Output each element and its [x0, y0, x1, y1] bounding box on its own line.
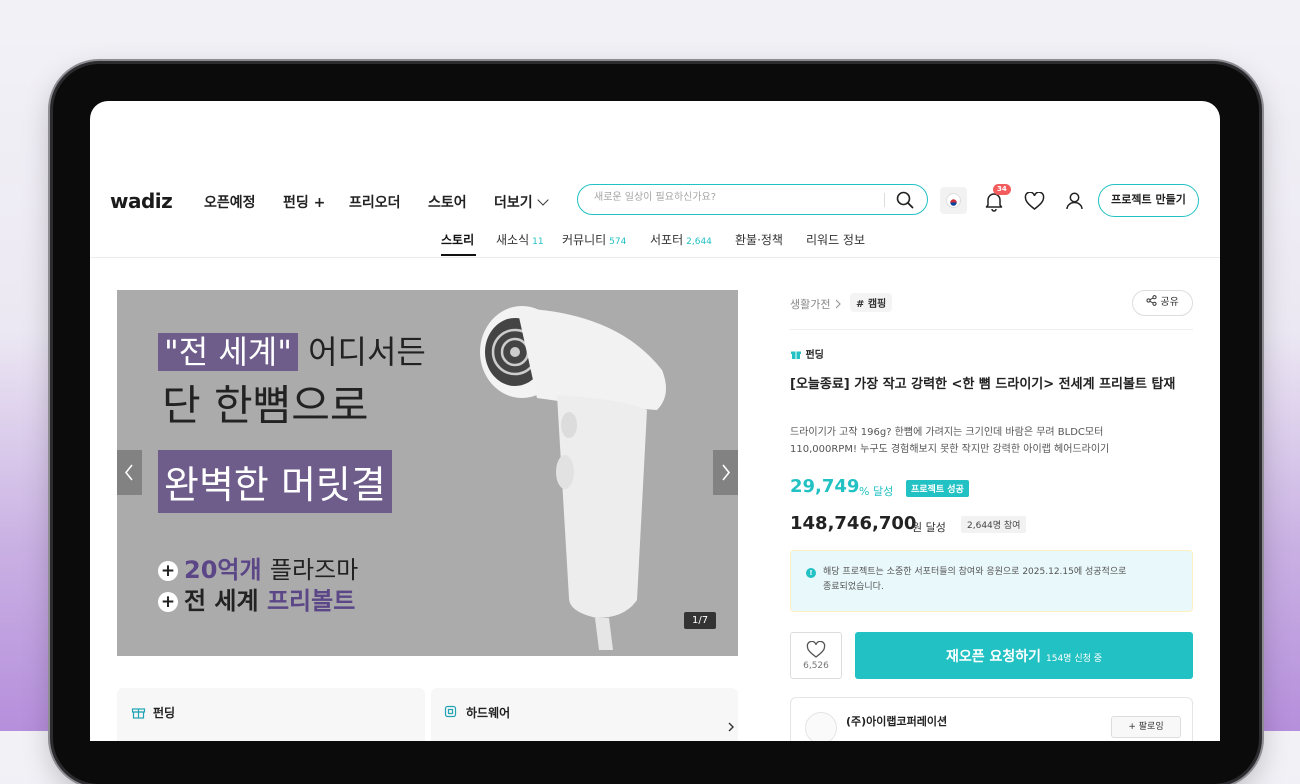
funded-amount-unit: 원 달성 [912, 521, 946, 534]
achievement-percent: 29,749 [790, 476, 860, 497]
hero-headline-2: 단 한뼘으로 [162, 381, 369, 430]
reopen-request-label: 재오픈 요청하기 [945, 649, 1041, 665]
tab-supporters-label: 서포터 [650, 233, 684, 247]
reopen-request-count: 154명 신청 중 [1046, 654, 1103, 664]
chevron-right-icon [722, 464, 731, 481]
gift-icon [791, 351, 801, 359]
project-title: [오늘종료] 가장 작고 강력한 <한 뼘 드라이기> 전세계 프리볼트 탑재 [790, 377, 1176, 392]
chevron-down-icon [536, 194, 549, 206]
hero-feature-freevolt-highlight: 프리볼트 [266, 587, 356, 615]
plus-icon: + [158, 561, 178, 581]
like-count: 6,526 [803, 661, 829, 671]
language-flag-icon[interactable] [940, 187, 967, 214]
info-icon: ! [806, 568, 816, 578]
nav-store[interactable]: 스토어 [428, 192, 467, 212]
tab-story[interactable]: 스토리 [441, 231, 474, 248]
hero-feature-plasma: +20억개 플라즈마 [158, 550, 358, 585]
share-label: 공유 [1160, 297, 1179, 308]
hero-highlight-worldwide: "전 세계" [158, 333, 298, 371]
project-description-line-1: 드라이기가 고작 196g? 한뼘에 가려지는 크기인데 바람은 무려 BLDC… [790, 427, 1104, 438]
tab-reward-info[interactable]: 리워드 정보 [806, 231, 865, 248]
search-bar [577, 184, 928, 215]
tab-news-count: 11 [532, 237, 544, 247]
product-image-carousel[interactable]: "전 세계" 어디서든 단 한뼘으로 완벽한 머릿결 +20억개 플라즈마 + 전… [117, 290, 738, 656]
hero-feature-freevolt: + 전 세계 프리볼트 [158, 581, 355, 616]
category-card-funding-label: 펀딩 [153, 706, 176, 720]
maker-name[interactable]: (주)아이랩코퍼레이션 [846, 713, 947, 729]
hero-headline-1: "전 세계" 어디서든 [158, 327, 426, 373]
heart-icon [806, 641, 826, 658]
search-input[interactable] [592, 191, 886, 204]
make-project-button[interactable]: 프로젝트 만들기 [1098, 184, 1199, 217]
tab-community-label: 커뮤니티 [562, 233, 607, 247]
plus-icon: + [158, 592, 178, 612]
hero-headline-1-rest: 어디서든 [308, 333, 426, 371]
chevron-right-icon[interactable] [725, 721, 737, 733]
tab-news[interactable]: 새소식 11 [496, 231, 544, 248]
project-ended-notice: ! 해당 프로젝트는 소중한 서포터들의 참여와 응원으로 2025.12.15… [790, 550, 1193, 612]
achievement-percent-unit: % 달성 [859, 485, 894, 498]
hero-feature-freevolt-rest: 전 세계 [184, 587, 259, 615]
maker-card: (주)아이랩코퍼레이션 + 팔로잉 [790, 697, 1193, 741]
carousel-counter: 1/7 [684, 612, 717, 629]
tab-supporters-count: 2,644 [686, 237, 712, 247]
maker-avatar[interactable] [805, 712, 837, 741]
notice-line-1: 해당 프로젝트는 소중한 서포터들의 참여와 응원으로 2025.12.15에 … [823, 567, 1127, 577]
chevron-left-icon [124, 464, 133, 481]
nav-open-soon[interactable]: 오픈예정 [204, 192, 256, 212]
follow-button[interactable]: + 팔로잉 [1111, 716, 1181, 738]
carousel-next-button[interactable] [713, 450, 738, 495]
notification-badge: 34 [993, 184, 1011, 195]
tag-camping[interactable]: # 캠핑 [850, 293, 893, 312]
nav-more-label: 더보기 [494, 195, 533, 211]
heart-icon[interactable] [1024, 192, 1045, 211]
project-description: 드라이기가 고작 196g? 한뼘에 가려지는 크기인데 바람은 무려 BLDC… [790, 424, 1190, 458]
user-icon[interactable] [1065, 191, 1084, 211]
notice-text: 해당 프로젝트는 소중한 서포터들의 참여와 응원으로 2025.12.15에 … [823, 565, 1163, 595]
status-badge: 프로젝트 성공 [906, 480, 969, 497]
hair-dryer-image [480, 306, 666, 650]
gift-icon [131, 708, 146, 719]
browser-screen: wadiz 오픈예정 펀딩 + 프리오더 스토어 더보기 34 프로젝트 만들기 [90, 101, 1220, 741]
project-type-label: 펀딩 [790, 346, 824, 361]
carousel-prev-button[interactable] [117, 450, 142, 495]
participants-count: 2,644명 참여 [961, 516, 1027, 533]
search-divider [884, 193, 885, 207]
category-card-funding[interactable]: 펀딩 [117, 688, 425, 741]
nav-preorder[interactable]: 프리오더 [349, 192, 401, 212]
like-button[interactable]: 6,526 [790, 632, 842, 679]
share-button[interactable]: 공유 [1132, 290, 1193, 316]
funded-amount: 148,746,700 [790, 513, 917, 534]
project-type-text: 펀딩 [805, 350, 824, 361]
search-icon[interactable] [896, 191, 914, 209]
right-divider [790, 329, 1193, 330]
chevron-right-icon [835, 299, 841, 309]
tab-news-label: 새소식 [496, 233, 530, 247]
hero-feature-plasma-highlight: 20억개 [184, 556, 262, 584]
hero-headline-3: 완벽한 머릿결 [158, 450, 392, 513]
reopen-request-button[interactable]: 재오픈 요청하기 154명 신청 중 [855, 632, 1193, 679]
category-breadcrumb-label: 생활가전 [790, 298, 831, 311]
tab-supporters[interactable]: 서포터 2,644 [650, 231, 712, 248]
active-tab-indicator [441, 254, 476, 256]
nav-more[interactable]: 더보기 [494, 192, 549, 212]
wadiz-logo[interactable]: wadiz [110, 189, 173, 213]
tab-community-count: 574 [609, 237, 627, 247]
notice-line-2: 종료되었습니다. [823, 582, 884, 592]
category-breadcrumb[interactable]: 생활가전 [790, 296, 842, 312]
tab-refund-policy[interactable]: 환불·정책 [735, 231, 783, 248]
chip-icon [444, 705, 457, 718]
nav-funding[interactable]: 펀딩 + [283, 192, 325, 212]
category-card-hardware[interactable]: 하드웨어 [431, 688, 738, 741]
share-icon [1146, 295, 1157, 306]
project-description-line-2: 110,000RPM! 누구도 경험해보지 못한 작지만 강력한 아이랩 헤어드… [790, 444, 1110, 455]
tab-community[interactable]: 커뮤니티 574 [562, 231, 626, 248]
category-card-hardware-label: 하드웨어 [466, 706, 511, 720]
header-divider [90, 257, 1220, 258]
hero-feature-plasma-rest: 플라즈마 [269, 556, 359, 584]
